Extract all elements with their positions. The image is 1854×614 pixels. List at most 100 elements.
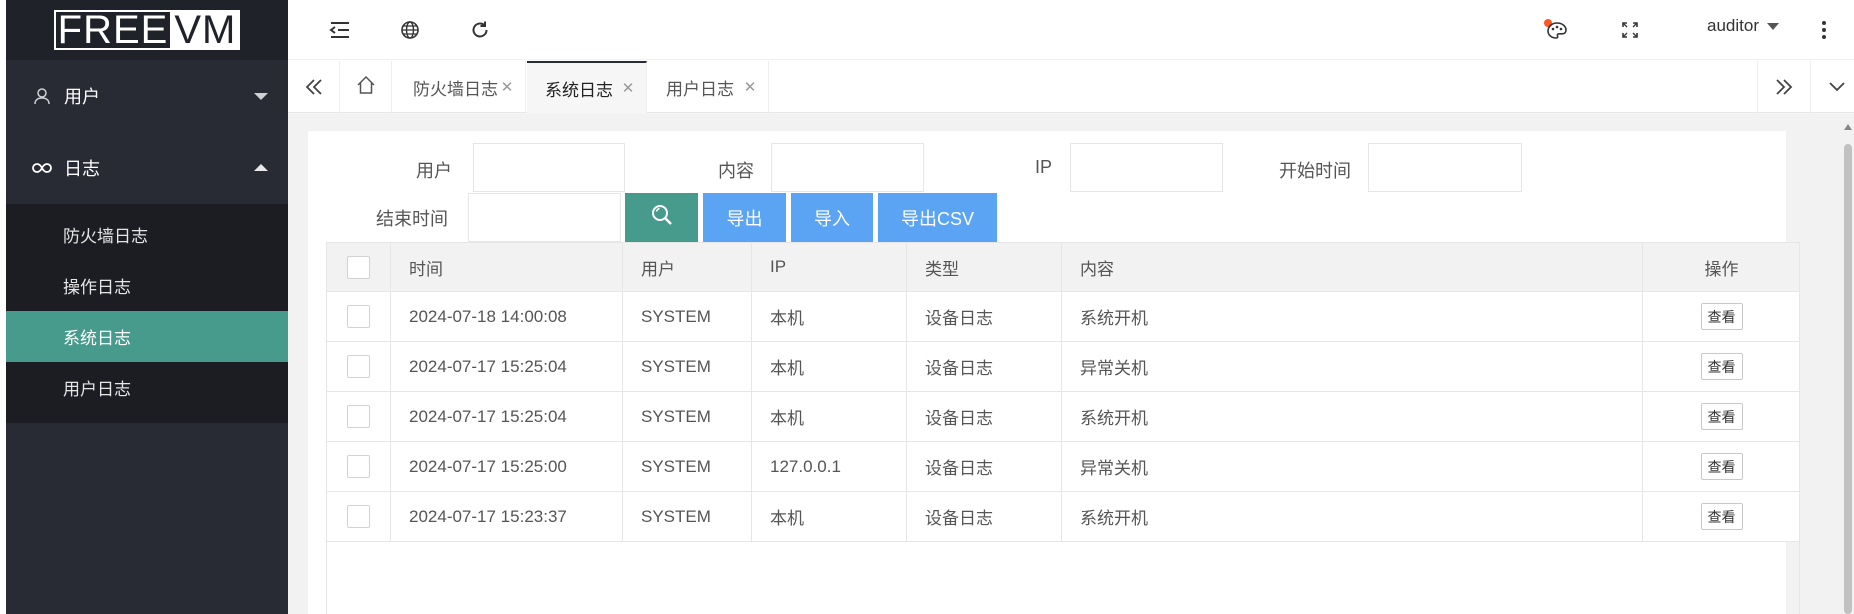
export-button[interactable]: 导出 [703, 193, 786, 242]
filter-user-label: 用户 [416, 161, 452, 181]
tab-bar: 防火墙日志 ✕ 系统日志 ✕ 用户日志 ✕ [288, 61, 1854, 113]
sidebar-group-label: 用户 [64, 87, 100, 107]
filter-end-time-label: 结束时间 [376, 209, 448, 229]
sidebar-item-system-log[interactable]: 系统日志 [6, 311, 288, 362]
cell-time: 2024-07-17 15:23:37 [391, 492, 623, 541]
sidebar-group-user[interactable]: 用户 [6, 60, 288, 132]
tab-firewall-log[interactable]: 防火墙日志 ✕ [393, 61, 526, 113]
sidebar-item-firewall-log[interactable]: 防火墙日志 [6, 209, 288, 260]
filter-end-time-input[interactable] [468, 193, 621, 242]
close-icon[interactable]: ✕ [620, 80, 636, 97]
cell-type: 设备日志 [907, 492, 1062, 541]
search-button[interactable] [625, 193, 698, 242]
cell-ip: 本机 [752, 492, 907, 541]
tab-user-log[interactable]: 用户日志 ✕ [648, 61, 769, 113]
row-checkbox[interactable] [347, 305, 370, 328]
tab-label: 系统日志 [545, 80, 613, 100]
row-checkbox[interactable] [347, 405, 370, 428]
tab-system-log[interactable]: 系统日志 ✕ [527, 61, 647, 113]
column-header-time[interactable]: 时间 [391, 243, 623, 291]
close-icon[interactable]: ✕ [499, 79, 515, 96]
infinity-icon [32, 162, 54, 174]
cell-time: 2024-07-17 15:25:04 [391, 342, 623, 391]
cell-content: 系统开机 [1062, 292, 1643, 341]
cell-user: SYSTEM [623, 392, 752, 441]
row-checkbox-cell [327, 492, 391, 541]
home-icon [356, 75, 376, 100]
table-row: 2024-07-17 15:25:04 SYSTEM 本机 设备日志 系统开机 … [327, 392, 1799, 442]
cell-time: 2024-07-17 15:25:04 [391, 392, 623, 441]
logo-text-vm: VM [170, 10, 241, 50]
tabs-scroll-left-button[interactable] [288, 61, 340, 113]
view-button[interactable]: 查看 [1700, 503, 1743, 530]
sidebar-group-label: 日志 [64, 159, 100, 179]
filter-start-time-label: 开始时间 [1279, 161, 1351, 181]
cell-content: 系统开机 [1062, 392, 1643, 441]
filter-ip-input[interactable] [1070, 143, 1223, 192]
cell-type: 设备日志 [907, 292, 1062, 341]
page-scrollbar[interactable] [1842, 114, 1854, 614]
cell-type: 设备日志 [907, 392, 1062, 441]
tab-home[interactable] [340, 61, 392, 113]
column-header-type[interactable]: 类型 [907, 243, 1062, 291]
cell-action: 查看 [1643, 342, 1800, 391]
sidebar-group-log[interactable]: 日志 [6, 132, 288, 204]
caret-down-icon [1766, 22, 1779, 30]
tabs-dropdown-button[interactable] [1810, 61, 1854, 113]
cell-user: SYSTEM [623, 292, 752, 341]
globe-icon[interactable] [396, 16, 424, 44]
user-icon [32, 86, 54, 106]
cell-time: 2024-07-17 15:25:00 [391, 442, 623, 491]
sidebar-item-user-log[interactable]: 用户日志 [6, 362, 288, 413]
filter-start-time-input[interactable] [1368, 143, 1522, 192]
select-all-checkbox[interactable] [347, 255, 370, 279]
tab-label: 防火墙日志 [413, 79, 498, 99]
sidebar-submenu-log: 防火墙日志 操作日志 系统日志 用户日志 [6, 204, 288, 423]
column-header-user[interactable]: 用户 [623, 243, 752, 291]
row-checkbox[interactable] [347, 355, 370, 378]
tabs-scroll-right-button[interactable] [1757, 61, 1809, 113]
filter-user-input[interactable] [473, 143, 625, 192]
table-row: 2024-07-18 14:00:08 SYSTEM 本机 设备日志 系统开机 … [327, 292, 1799, 342]
cell-user: SYSTEM [623, 342, 752, 391]
cell-action: 查看 [1643, 292, 1800, 341]
cell-type: 设备日志 [907, 442, 1062, 491]
table-header: 时间 用户 IP 类型 内容 操作 [327, 243, 1799, 292]
cell-content: 系统开机 [1062, 492, 1643, 541]
view-button[interactable]: 查看 [1700, 303, 1743, 330]
row-checkbox-cell [327, 342, 391, 391]
user-menu[interactable]: auditor [1707, 16, 1779, 36]
menu-fold-icon[interactable] [326, 16, 354, 44]
close-icon[interactable]: ✕ [742, 79, 758, 96]
column-header-ip[interactable]: IP [752, 243, 907, 291]
row-checkbox-cell [327, 292, 391, 341]
logo[interactable]: FREE VM [6, 0, 288, 60]
cell-ip: 本机 [752, 342, 907, 391]
table-row: 2024-07-17 15:25:04 SYSTEM 本机 设备日志 异常关机 … [327, 342, 1799, 392]
cell-ip: 本机 [752, 392, 907, 441]
filter-content-input[interactable] [771, 143, 924, 192]
cell-action: 查看 [1643, 442, 1800, 491]
cell-content: 异常关机 [1062, 342, 1643, 391]
fullscreen-icon[interactable] [1616, 16, 1644, 44]
row-checkbox-cell [327, 442, 391, 491]
sidebar: FREE VM 用户 日志 防火墙日志 操作日志 系统日志 用户日志 [6, 0, 288, 614]
view-button[interactable]: 查看 [1700, 403, 1743, 430]
theme-palette-icon[interactable] [1542, 16, 1570, 44]
export-csv-button[interactable]: 导出CSV [878, 193, 997, 242]
view-button[interactable]: 查看 [1700, 353, 1743, 380]
import-button[interactable]: 导入 [791, 193, 873, 242]
more-vertical-icon[interactable] [1810, 16, 1838, 44]
cell-user: SYSTEM [623, 492, 752, 541]
scrollbar-thumb[interactable] [1844, 144, 1852, 614]
table-row: 2024-07-17 15:23:37 SYSTEM 本机 设备日志 系统开机 … [327, 492, 1799, 542]
cell-action: 查看 [1643, 492, 1800, 541]
scroll-up-icon[interactable] [1844, 124, 1852, 130]
sidebar-item-operation-log[interactable]: 操作日志 [6, 260, 288, 311]
refresh-icon[interactable] [466, 16, 494, 44]
row-checkbox[interactable] [347, 455, 370, 478]
log-table: 时间 用户 IP 类型 内容 操作 2024-07-18 14:00:08 SY… [326, 242, 1800, 614]
row-checkbox[interactable] [347, 505, 370, 528]
view-button[interactable]: 查看 [1700, 453, 1743, 480]
column-header-content[interactable]: 内容 [1062, 243, 1643, 291]
